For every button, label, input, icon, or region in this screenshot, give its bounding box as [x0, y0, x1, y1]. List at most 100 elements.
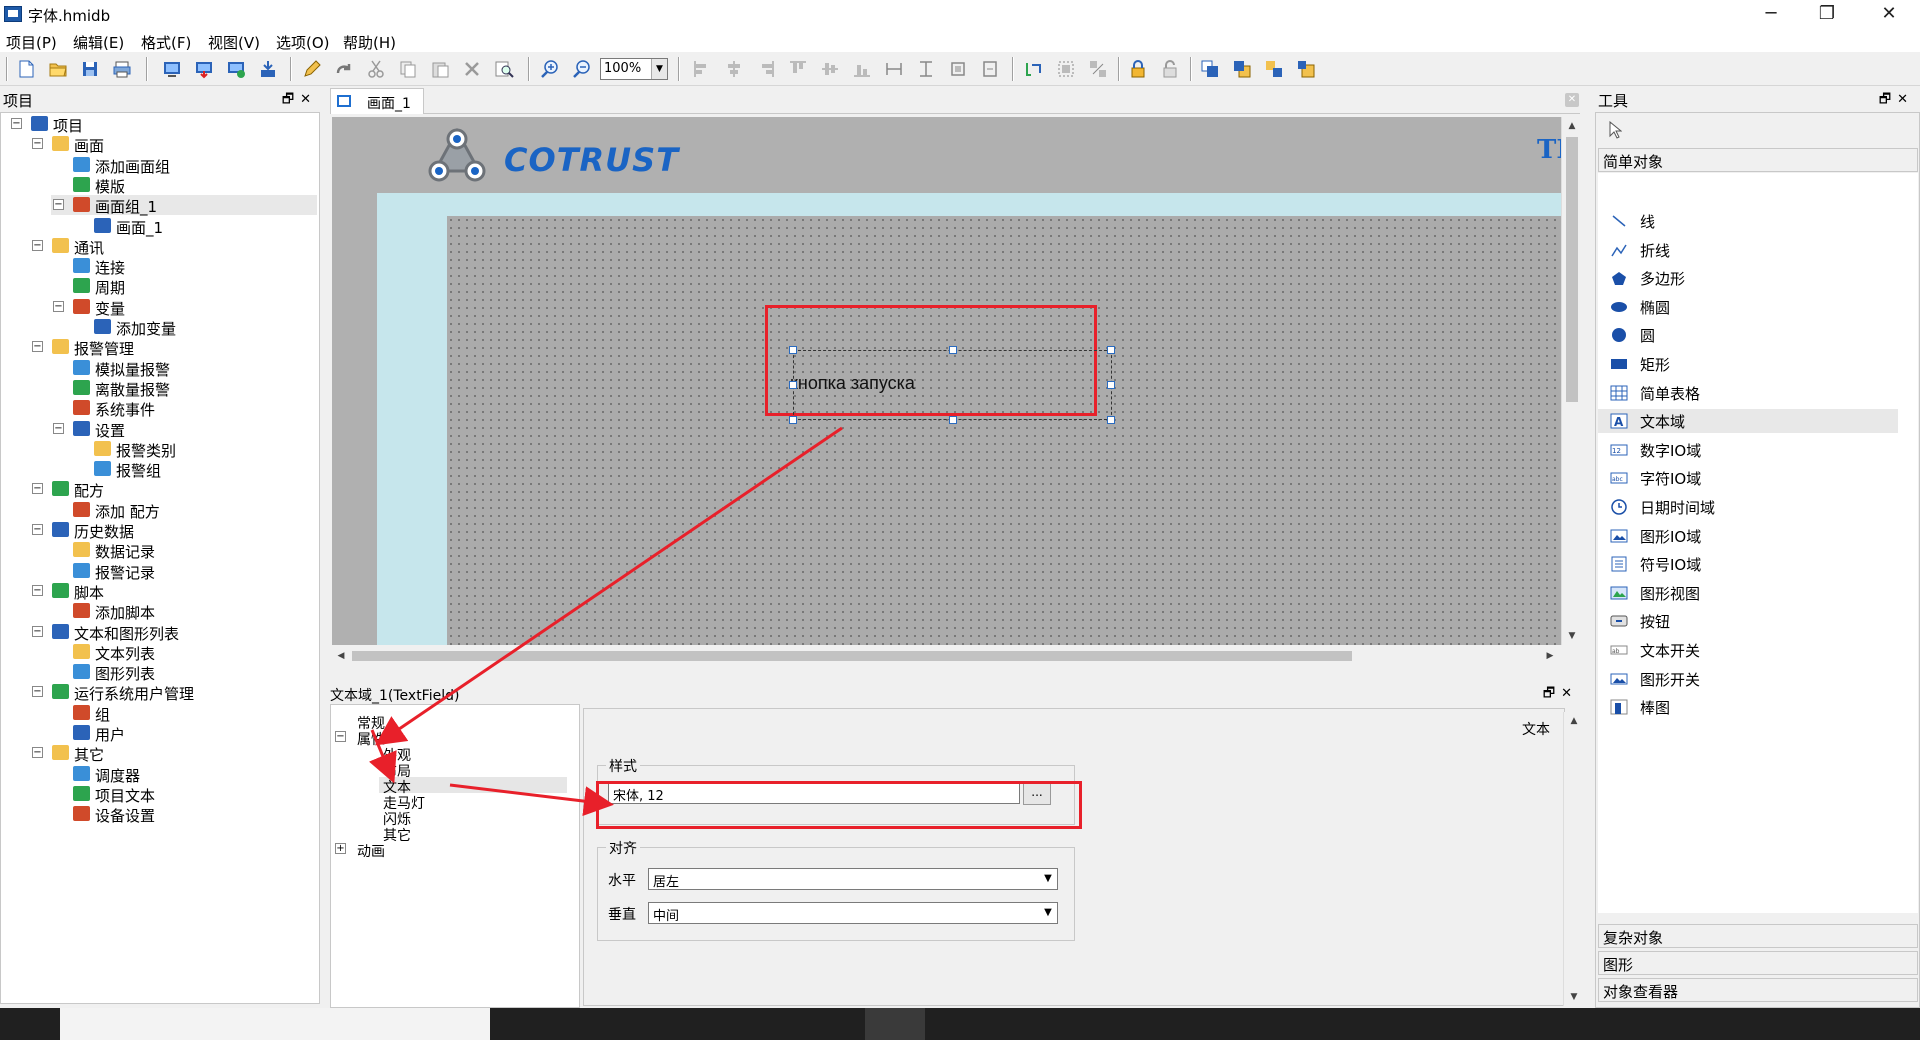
resize-handle[interactable] [1107, 381, 1115, 389]
tool-item[interactable]: 按钮 [1598, 609, 1898, 633]
scroll-down-icon[interactable]: ▼ [1564, 988, 1584, 1006]
tree-toggle-icon[interactable]: − [53, 422, 64, 434]
chevron-down-icon[interactable]: ▼ [1039, 869, 1057, 889]
property-category[interactable]: 文本 [379, 777, 567, 796]
object-viewer-section[interactable]: 对象查看器 [1598, 978, 1918, 1002]
bring-forward-icon[interactable] [1264, 59, 1284, 79]
distribute-icon[interactable] [980, 59, 1000, 79]
simple-objects-section[interactable]: 简单对象 [1598, 148, 1918, 172]
menu-help[interactable]: 帮助(H) [343, 32, 396, 53]
tree-item[interactable]: 系统事件 [51, 398, 317, 419]
tool-item[interactable]: 图形IO域 [1598, 524, 1898, 548]
same-height-icon[interactable] [916, 59, 936, 79]
property-category[interactable]: 走马灯 [379, 793, 567, 812]
tool-item[interactable]: abc 字符IO域 [1598, 466, 1898, 490]
tree-toggle-icon[interactable]: − [32, 341, 43, 353]
tree-item[interactable]: − 运行系统用户管理 [30, 682, 317, 703]
tree-item[interactable]: 模拟量报警 [51, 358, 317, 379]
tree-toggle-icon[interactable]: − [53, 199, 64, 211]
simulate-icon[interactable] [226, 59, 246, 79]
text-field-object[interactable]: кнопка запуска [789, 346, 1115, 424]
scroll-left-icon[interactable]: ◀ [332, 646, 350, 666]
tree-toggle-icon[interactable]: − [32, 584, 43, 596]
scroll-thumb[interactable] [1566, 137, 1578, 402]
tree-toggle-icon[interactable]: − [335, 731, 346, 742]
properties-vertical-scrollbar[interactable]: ▲ ▼ [1563, 712, 1583, 1006]
menu-edit[interactable]: 编辑(E) [73, 32, 124, 53]
tree-toggle-icon[interactable]: − [32, 625, 43, 637]
tree-toggle-icon[interactable]: + [335, 843, 346, 854]
group-icon[interactable] [1056, 59, 1076, 79]
graphics-section[interactable]: 图形 [1598, 951, 1918, 975]
menu-options[interactable]: 选项(O) [276, 32, 330, 53]
bring-to-front-icon[interactable] [1200, 59, 1220, 79]
scroll-up-icon[interactable]: ▲ [1562, 117, 1582, 135]
project-tree[interactable]: − 项目 − 画面 添加画面组 模版 − 画面组_1 画面_1− 通讯 连接 周期 − 变量 添加变量 − 报警… [0, 112, 320, 1004]
zoom-select[interactable]: 100% ▼ [600, 58, 668, 80]
rotate-icon[interactable] [1024, 59, 1044, 79]
copy-icon[interactable] [398, 59, 418, 79]
align-top-icon[interactable] [788, 59, 808, 79]
tree-item[interactable]: 文本列表 [51, 642, 317, 663]
tree-item[interactable]: 离散量报警 [51, 378, 317, 399]
canvas-vertical-scrollbar[interactable]: ▲ ▼ [1561, 117, 1581, 645]
cut-icon[interactable] [366, 59, 386, 79]
panel-float-close-icons[interactable]: 🗗✕ [282, 90, 317, 112]
property-category[interactable]: 闪烁 [379, 809, 567, 828]
tool-item[interactable]: 椭圆 [1598, 295, 1898, 319]
resize-handle[interactable] [949, 416, 957, 424]
print-icon[interactable] [112, 59, 132, 79]
tree-toggle-icon[interactable]: − [32, 483, 43, 495]
resize-handle[interactable] [789, 381, 797, 389]
chevron-down-icon[interactable]: ▼ [651, 59, 667, 79]
compile-icon[interactable] [162, 59, 182, 79]
tree-toggle-icon[interactable]: − [32, 138, 43, 150]
design-grid[interactable] [447, 216, 1561, 645]
same-size-icon[interactable] [948, 59, 968, 79]
tree-item[interactable]: − 项目 [9, 114, 317, 135]
tool-item[interactable]: 圆 [1598, 323, 1898, 347]
horizontal-align-select[interactable]: 居左 ▼ [648, 868, 1058, 890]
canvas-horizontal-scrollbar[interactable]: ◀ ▶ [332, 646, 1561, 666]
tree-item[interactable]: − 报警管理 [30, 337, 317, 358]
property-category[interactable]: − 属性 [335, 729, 567, 748]
tool-item[interactable]: 图形视图 [1598, 581, 1898, 605]
tree-item[interactable]: − 其它 [30, 743, 317, 764]
save-icon[interactable] [80, 59, 100, 79]
tree-item[interactable]: 报警组 [72, 459, 317, 480]
tree-item[interactable]: 数据记录 [51, 540, 317, 561]
ungroup-icon[interactable] [1088, 59, 1108, 79]
tree-item[interactable]: 组 [51, 703, 317, 724]
property-category[interactable]: 布局 [379, 761, 567, 780]
tree-item[interactable]: 报警类别 [72, 439, 317, 460]
tree-item[interactable]: 连接 [51, 256, 317, 277]
tree-item[interactable]: 添加变量 [72, 317, 317, 338]
tree-item[interactable]: 添加画面组 [51, 155, 317, 176]
property-category[interactable]: 外观 [379, 745, 567, 764]
tree-item[interactable]: 调度器 [51, 764, 317, 785]
tool-item[interactable]: 图形开关 [1598, 667, 1898, 691]
tree-toggle-icon[interactable]: − [32, 747, 43, 759]
tool-item[interactable]: 折线 [1598, 238, 1898, 262]
close-button[interactable]: ✕ [1862, 0, 1916, 30]
tree-item[interactable]: 添加脚本 [51, 601, 317, 622]
tree-item[interactable]: 用户 [51, 723, 317, 744]
panel-float-close-icons[interactable]: 🗗✕ [1543, 684, 1578, 706]
tree-toggle-icon[interactable]: − [32, 686, 43, 698]
menu-project[interactable]: 项目(P) [6, 32, 57, 53]
zoom-in-icon[interactable] [540, 59, 560, 79]
panel-float-close-icons[interactable]: 🗗✕ [1879, 90, 1914, 112]
tool-item[interactable]: 矩形 [1598, 352, 1898, 376]
new-file-icon[interactable] [16, 59, 36, 79]
tree-item[interactable]: − 配方 [30, 479, 317, 500]
properties-tree[interactable]: 常规 − 属性 外观 布局 文本 走马灯 闪烁 其它 + 动画 [330, 704, 580, 1008]
tree-item[interactable]: − 脚本 [30, 581, 317, 602]
tree-item[interactable]: 报警记录 [51, 561, 317, 582]
tree-item[interactable]: 模版 [51, 175, 317, 196]
tree-item[interactable]: − 通讯 [30, 236, 317, 257]
resize-handle[interactable] [1107, 346, 1115, 354]
send-to-back-icon[interactable] [1232, 59, 1252, 79]
tool-item[interactable]: 符号IO域 [1598, 552, 1898, 576]
tree-item[interactable]: − 历史数据 [30, 520, 317, 541]
align-center-icon[interactable] [724, 59, 744, 79]
